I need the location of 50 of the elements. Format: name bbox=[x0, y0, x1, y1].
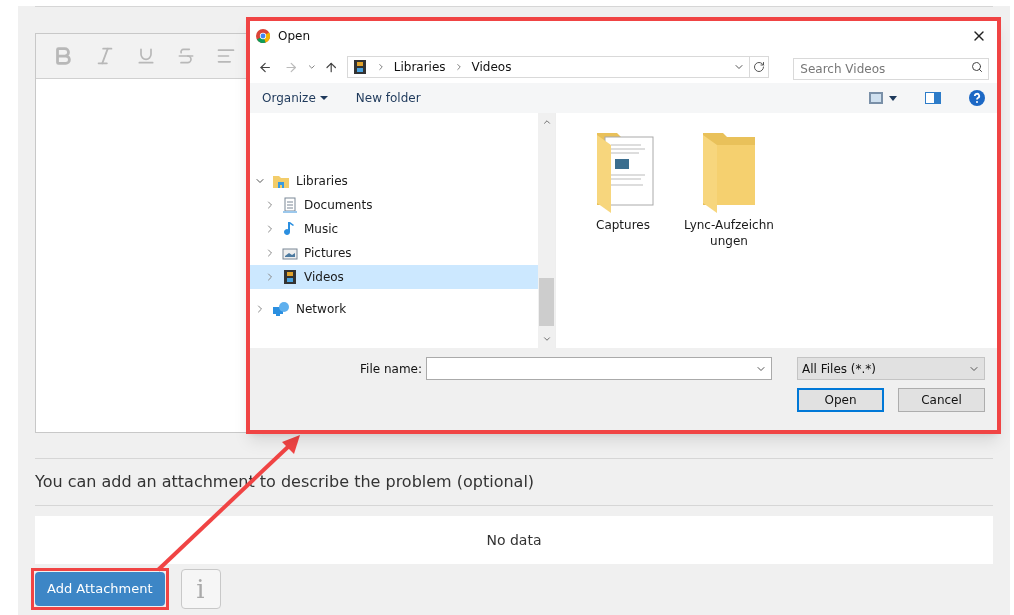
document-icon bbox=[282, 197, 298, 213]
recent-locations-icon[interactable] bbox=[306, 62, 317, 72]
add-attachment-button[interactable]: Add Attachment bbox=[35, 572, 165, 606]
library-icon bbox=[272, 173, 290, 189]
dropdown-caret-icon bbox=[319, 96, 328, 100]
search-icon[interactable] bbox=[971, 61, 983, 73]
breadcrumb-item[interactable]: Videos bbox=[471, 58, 512, 76]
tree-item[interactable]: Documents bbox=[250, 193, 538, 217]
scroll-down-icon[interactable] bbox=[541, 334, 552, 344]
preview-pane-icon[interactable] bbox=[925, 92, 941, 104]
underline-icon[interactable] bbox=[136, 46, 156, 66]
folder-label[interactable]: Captures bbox=[577, 217, 669, 233]
help-icon[interactable] bbox=[969, 90, 985, 106]
film-icon bbox=[282, 269, 298, 285]
dialog-button[interactable]: Cancel bbox=[898, 388, 985, 412]
dialog-button[interactable]: Open bbox=[797, 388, 884, 412]
tree-item[interactable]: Pictures bbox=[250, 241, 538, 265]
file-name-field[interactable] bbox=[426, 357, 772, 380]
tree-item[interactable]: Music bbox=[250, 217, 538, 241]
tree-label: Network bbox=[296, 301, 347, 318]
tree-item[interactable]: Libraries bbox=[250, 169, 538, 193]
tree-label: Music bbox=[304, 221, 339, 238]
picture-icon bbox=[282, 245, 298, 261]
tree-item[interactable]: Network bbox=[250, 297, 538, 321]
refresh-button[interactable] bbox=[750, 56, 770, 78]
tree-label: Videos bbox=[304, 269, 344, 286]
folder-label[interactable]: Lync-Aufzeichnungen bbox=[683, 217, 775, 249]
strikethrough-icon[interactable] bbox=[176, 46, 196, 66]
address-bar[interactable]: Libraries Videos bbox=[346, 56, 751, 78]
tree-label: Documents bbox=[304, 197, 373, 214]
refresh-icon[interactable] bbox=[753, 61, 766, 73]
tree-label: Libraries bbox=[296, 173, 348, 190]
toolbar-button[interactable]: Organize bbox=[262, 89, 328, 107]
view-options-icon[interactable] bbox=[869, 92, 897, 104]
film-icon bbox=[351, 59, 368, 75]
empty-message: No data bbox=[486, 530, 542, 550]
toolbar-button[interactable]: New folder bbox=[355, 89, 421, 107]
network-icon bbox=[272, 301, 290, 317]
align-left-icon[interactable] bbox=[216, 46, 236, 66]
file-name-label: File name: bbox=[360, 360, 422, 378]
browser-logo-icon bbox=[256, 29, 270, 43]
scroll-thumb[interactable] bbox=[539, 278, 554, 326]
scroll-up-icon[interactable] bbox=[541, 117, 552, 127]
tree-item[interactable]: Videos bbox=[250, 265, 538, 289]
tree-label: Pictures bbox=[304, 245, 352, 262]
search-field[interactable]: Search Videos bbox=[793, 58, 989, 80]
file-type-dropdown[interactable]: All Files (*.*) bbox=[797, 357, 985, 380]
window-title: Open bbox=[278, 28, 311, 45]
scrollbar[interactable] bbox=[538, 113, 555, 348]
breadcrumb-item[interactable]: Libraries bbox=[393, 58, 446, 76]
